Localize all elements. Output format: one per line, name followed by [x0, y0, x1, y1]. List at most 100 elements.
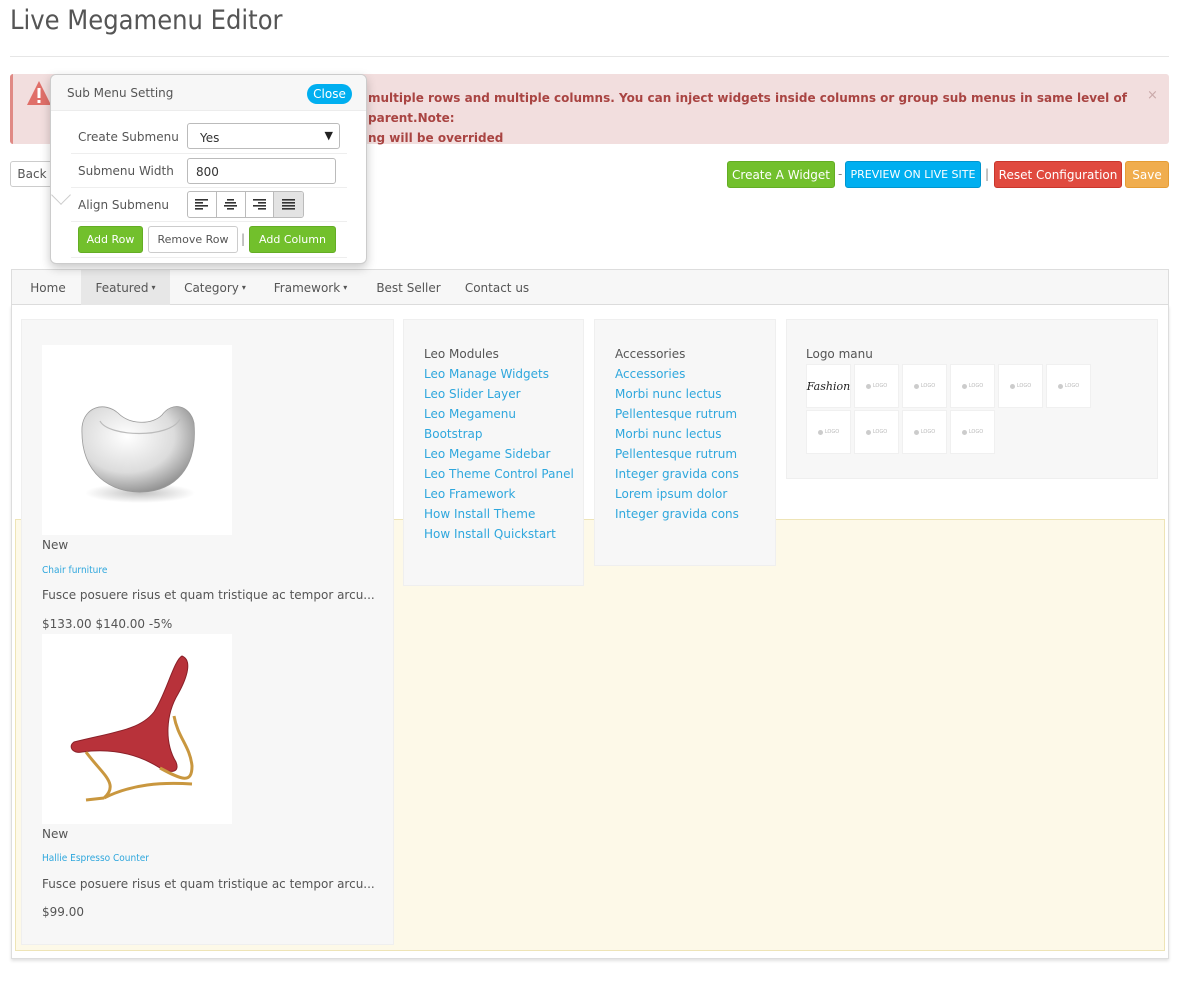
nav-item-contact-us[interactable]: Contact us [462, 270, 532, 305]
logo-placeholder[interactable]: LOGO [854, 364, 899, 408]
nav-item-best-seller[interactable]: Best Seller [372, 270, 445, 305]
product-image-lounge-chair[interactable] [42, 634, 232, 824]
popover-separator-pipe: | [241, 232, 246, 246]
module-link[interactable]: Leo Slider Layer [424, 387, 521, 401]
logo-text: LOGO [872, 383, 888, 389]
logo-text: LOGO [1064, 383, 1080, 389]
accessory-link[interactable]: Morbi nunc lectus [615, 387, 722, 401]
align-right-icon [252, 199, 266, 210]
nav-label: Best Seller [376, 280, 441, 295]
accessory-link[interactable]: Accessories [615, 367, 685, 381]
logo-dot-icon [865, 383, 871, 389]
nav-item-category[interactable]: Category ▾ [178, 270, 252, 305]
nav-item-home[interactable]: Home [19, 270, 77, 305]
accessory-link[interactable]: Lorem ipsum dolor [615, 487, 727, 501]
product-description: Fusce posuere risus et quam tristique ac… [42, 588, 375, 602]
logo-placeholder[interactable]: LOGO [950, 364, 995, 408]
product-price: $133.00 $140.00 -5% [42, 617, 173, 631]
title-divider [10, 56, 1169, 57]
megamenu-nav: Home Featured ▾ Category ▾ Framework ▾ Best… [11, 269, 1169, 305]
logo-placeholder[interactable]: LOGO [854, 410, 899, 454]
accessory-link[interactable]: Pellentesque rutrum [615, 447, 737, 461]
create-widget-button[interactable]: Create A Widget [727, 161, 835, 188]
logo-text: LOGO [824, 429, 840, 435]
create-submenu-label: Create Submenu [78, 130, 179, 144]
logo-placeholder[interactable]: LOGO [998, 364, 1043, 408]
logo-menu-column[interactable]: Logo manu Fashion LOGO LOGO LOGO LOGO LO… [786, 319, 1158, 479]
module-link[interactable]: How Install Quickstart [424, 527, 556, 541]
accessory-link[interactable]: Pellentesque rutrum [615, 407, 737, 421]
module-link[interactable]: Leo Framework [424, 487, 515, 501]
logo-dot-icon [913, 429, 919, 435]
submenu-width-label: Submenu Width [78, 164, 174, 178]
logo-dot-icon [1057, 383, 1063, 389]
product-description: Fusce posuere risus et quam tristique ac… [42, 877, 375, 891]
logo-text: LOGO [920, 383, 936, 389]
product-image-chair[interactable] [42, 345, 232, 535]
caret-down-icon: ▾ [241, 283, 246, 292]
align-left-button[interactable] [188, 192, 217, 217]
product-column[interactable]: New Chair furniture Fusce posuere risus … [21, 319, 394, 945]
logo-placeholder[interactable]: LOGO [950, 410, 995, 454]
product-name-link[interactable]: Chair furniture [42, 565, 107, 576]
column-title: Leo Modules [424, 347, 499, 361]
module-link[interactable]: Leo Megamenu [424, 407, 516, 421]
logo-placeholder[interactable]: LOGO [902, 364, 947, 408]
logo-placeholder[interactable]: LOGO [902, 410, 947, 454]
product-badge: New [42, 538, 69, 552]
align-center-button[interactable] [217, 192, 246, 217]
accessory-link[interactable]: Integer gravida cons [615, 467, 739, 481]
leo-modules-column[interactable]: Leo Modules Leo Manage Widgets Leo Slide… [403, 319, 584, 586]
logo-placeholder[interactable]: LOGO [806, 410, 851, 454]
remove-row-button[interactable]: Remove Row [148, 226, 238, 253]
align-justify-button[interactable] [274, 192, 303, 217]
module-link[interactable]: Leo Megame Sidebar [424, 447, 550, 461]
save-button[interactable]: Save [1125, 161, 1169, 188]
add-column-button[interactable]: Add Column [249, 226, 336, 253]
nav-item-featured[interactable]: Featured ▾ [81, 270, 170, 305]
select-value: Yes [200, 131, 220, 145]
reset-configuration-button[interactable]: Reset Configuration [994, 161, 1122, 188]
accessories-column[interactable]: Accessories Accessories Morbi nunc lectu… [594, 319, 776, 566]
align-right-button[interactable] [246, 192, 275, 217]
caret-down-icon: ▾ [151, 283, 156, 292]
popover-close-button[interactable]: Close [307, 84, 352, 104]
alert-close-icon[interactable]: × [1147, 88, 1158, 103]
nav-label: Category [184, 280, 239, 295]
submenu-width-input[interactable]: 800 [187, 158, 336, 184]
accessory-link[interactable]: Integer gravida cons [615, 507, 739, 521]
back-button[interactable]: Back [10, 161, 54, 187]
logo-dot-icon [817, 429, 823, 435]
column-title: Logo manu [806, 347, 873, 361]
logo-text: LOGO [968, 383, 984, 389]
module-link[interactable]: Leo Manage Widgets [424, 367, 549, 381]
popover-title: Sub Menu Setting [67, 86, 174, 100]
align-center-icon [224, 199, 238, 210]
logo-fashion[interactable]: Fashion [806, 364, 851, 408]
accessory-link[interactable]: Morbi nunc lectus [615, 427, 722, 441]
column-title: Accessories [615, 347, 686, 361]
module-link[interactable]: Bootstrap [424, 427, 482, 441]
nav-item-framework[interactable]: Framework ▾ [268, 270, 353, 305]
create-submenu-select[interactable]: Yes ▼ [187, 123, 340, 149]
product-badge: New [42, 827, 69, 841]
product-price: $99.00 [42, 905, 84, 919]
dropdown-arrow-icon: ▼ [324, 129, 333, 142]
logo-text: LOGO [920, 429, 936, 435]
align-button-group [187, 191, 304, 218]
logo-dot-icon [865, 429, 871, 435]
nav-label: Contact us [464, 280, 530, 295]
add-row-button[interactable]: Add Row [78, 226, 143, 253]
align-left-icon [195, 199, 209, 210]
logo-text: LOGO [968, 429, 984, 435]
logo-placeholder[interactable]: LOGO [1046, 364, 1091, 408]
module-link[interactable]: Leo Theme Control Panel [424, 467, 574, 481]
submenu-setting-popover: Sub Menu Setting Close Create Submenu Ye… [50, 74, 367, 264]
product-name-link[interactable]: Hallie Espresso Counter [42, 853, 149, 864]
alert-line-2: ng will be overrided [368, 131, 504, 145]
popover-header: Sub Menu Setting Close [51, 75, 366, 111]
module-link[interactable]: How Install Theme [424, 507, 535, 521]
nav-label: Home [30, 280, 66, 295]
red-chair-image [70, 655, 194, 802]
preview-live-site-button[interactable]: PREVIEW ON LIVE SITE [845, 161, 981, 188]
